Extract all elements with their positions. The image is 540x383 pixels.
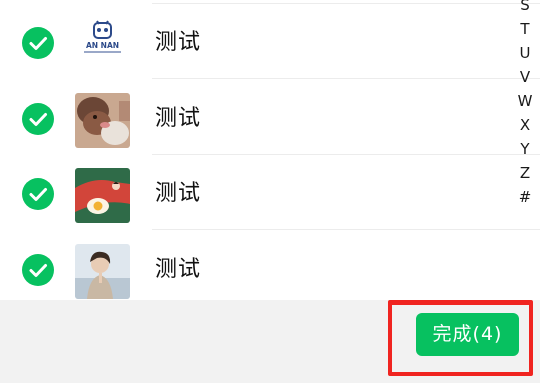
contact-name: 测试 xyxy=(155,181,202,206)
avatar-logo-text: AN NAN xyxy=(86,41,119,50)
contact-name: 测试 xyxy=(155,30,202,55)
index-letter-z[interactable]: Z xyxy=(512,164,538,182)
dog-photo-avatar xyxy=(75,93,130,148)
contact-picker-screen: AN NAN 测试 测试 测试 测试 S T U V W X Y Z # 完成(… xyxy=(0,0,540,383)
checked-checkbox-icon[interactable] xyxy=(22,254,54,286)
done-button[interactable]: 完成(4) xyxy=(416,313,519,356)
contact-row[interactable]: 测试 xyxy=(0,80,540,155)
contact-row[interactable]: 测试 xyxy=(0,155,540,230)
index-letter-x[interactable]: X xyxy=(512,116,538,134)
an-nan-logo-avatar: AN NAN xyxy=(75,17,130,72)
checked-checkbox-icon[interactable] xyxy=(22,27,54,59)
index-letter-w[interactable]: W xyxy=(512,92,538,110)
person-seaside-photo-avatar xyxy=(75,244,130,299)
contact-name: 测试 xyxy=(155,257,202,282)
index-letter-u[interactable]: U xyxy=(512,44,538,62)
contact-name: 测试 xyxy=(155,106,202,131)
index-letter-hash[interactable]: # xyxy=(512,188,538,206)
contact-list: AN NAN 测试 测试 测试 测试 xyxy=(0,0,540,300)
checked-checkbox-icon[interactable] xyxy=(22,178,54,210)
row-divider xyxy=(152,78,540,79)
contact-row[interactable]: 测试 xyxy=(0,231,540,300)
row-divider xyxy=(152,229,540,230)
index-letter-v[interactable]: V xyxy=(512,68,538,86)
index-letter-y[interactable]: Y xyxy=(512,140,538,158)
fried-egg-illustration-avatar xyxy=(75,168,130,223)
bottom-action-bar: 完成(4) xyxy=(0,300,540,383)
index-letter-t[interactable]: T xyxy=(512,20,538,38)
contact-row[interactable]: AN NAN 测试 xyxy=(0,4,540,79)
checked-checkbox-icon[interactable] xyxy=(22,103,54,135)
index-letter-s[interactable]: S xyxy=(512,0,538,14)
